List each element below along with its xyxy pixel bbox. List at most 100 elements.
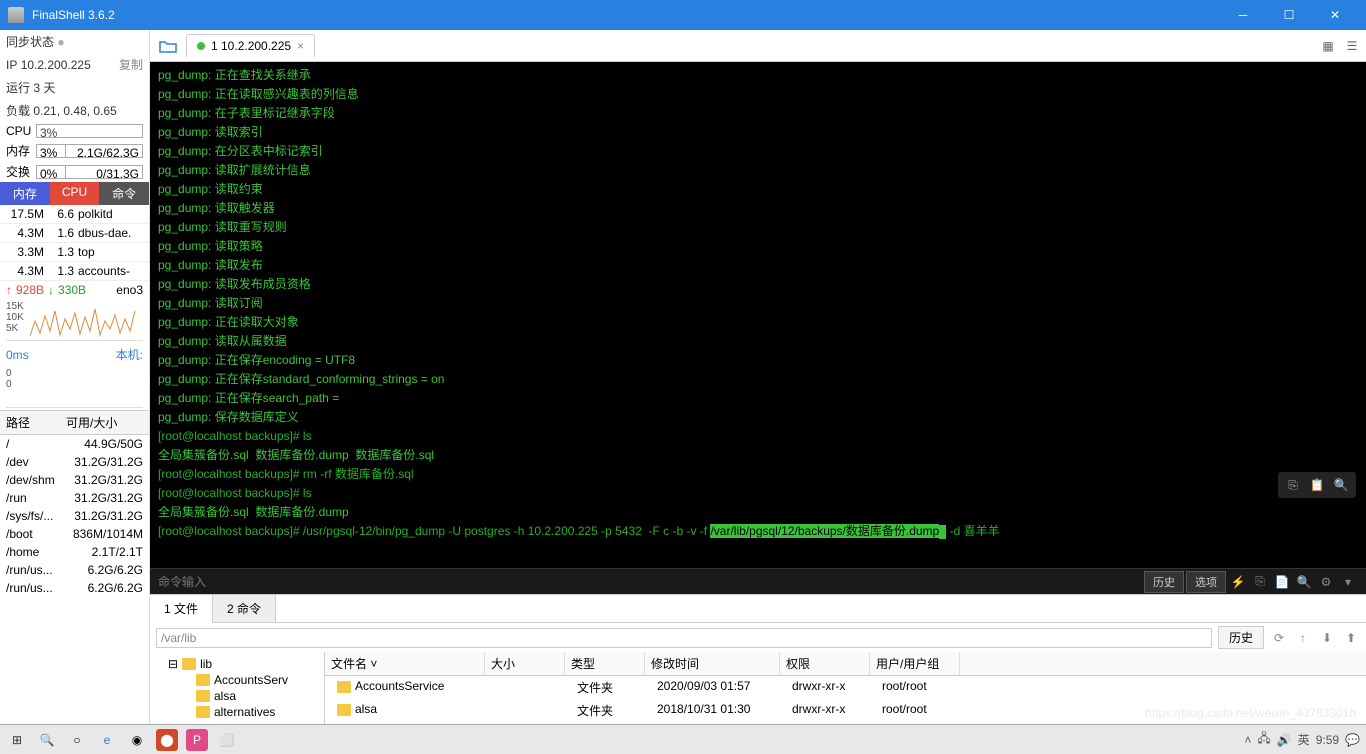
command-input[interactable] [158,575,1144,589]
start-icon[interactable]: ⊞ [6,729,28,751]
copy-icon[interactable]: ⎘ [1284,476,1302,494]
proc-row[interactable]: 4.3M1.3accounts- [0,262,149,281]
chevron-down-icon[interactable]: ▾ [1338,575,1358,589]
path-row[interactable]: /dev/shm31.2G/31.2G [0,471,149,489]
tray-notif-icon[interactable]: 💬 [1345,733,1360,747]
session-tab[interactable]: 1 10.2.200.225 × [186,34,315,57]
term-line: pg_dump: 正在查找关系继承 [158,66,1358,85]
path-input[interactable] [156,628,1212,648]
sync-status-label: 同步状态 [6,33,54,50]
net-dn-icon: ↓ [48,283,54,297]
proc-row[interactable]: 17.5M6.6polkitd [0,205,149,224]
app1-icon[interactable]: ⬤ [156,729,178,751]
edge-icon[interactable]: e [96,729,118,751]
close-button[interactable]: ✕ [1312,0,1358,30]
col-type[interactable]: 类型 [565,652,645,675]
prompt: [root@localhost backups]# rm -rf 数据库备份.s… [158,467,414,481]
tray-ime-icon[interactable]: 英 [1298,731,1310,748]
layout-icon[interactable]: ☰ [1342,36,1362,56]
swap-label: 交换 [6,163,36,180]
path-row[interactable]: /boot836M/1014M [0,525,149,543]
copy2-icon[interactable]: ⎘ [1250,574,1270,589]
window-title: FinalShell 3.6.2 [32,8,1220,22]
mem-val: 2.1G/62.3G [66,144,143,158]
path-row[interactable]: /run/us...6.2G/6.2G [0,579,149,597]
search-tb-icon[interactable]: 🔍 [36,729,58,751]
chrome-icon[interactable]: ◉ [126,729,148,751]
tray-net-icon[interactable]: 🖧 [1257,729,1270,750]
path-row[interactable]: /44.9G/50G [0,435,149,453]
net-graph: 15K10K5K [6,301,143,341]
term-line: pg_dump: 读取触发器 [158,199,1358,218]
tray-vol-icon[interactable]: 🔊 [1277,733,1292,747]
open-folder-icon[interactable] [154,34,182,58]
prompt: [root@localhost backups]# /usr/pgsql-12/… [158,524,710,538]
minimize-button[interactable]: ─ [1220,0,1266,30]
bolt-icon[interactable]: ⚡ [1228,575,1248,589]
up-icon[interactable]: ↑ [1294,631,1312,645]
tray-up-icon[interactable]: ˄ [1244,733,1251,747]
paste2-icon[interactable]: 📄 [1272,575,1292,589]
status-dot-icon [197,42,205,50]
app3-icon[interactable]: ⬜ [216,729,238,751]
search2-icon[interactable]: 🔍 [1294,575,1314,589]
app2-icon[interactable]: P [186,729,208,751]
term-line: pg_dump: 读取发布 [158,256,1358,275]
taskbar: ⊞ 🔍 ○ e ◉ ⬤ P ⬜ ˄ 🖧 🔊 英 9:59 💬 [0,724,1366,754]
tray-time[interactable]: 9:59 [1316,733,1339,747]
maximize-button[interactable]: ☐ [1266,0,1312,30]
path-row[interactable]: /sys/fs/...31.2G/31.2G [0,507,149,525]
highlighted-path: /var/lib/pgsql/12/backups/数据库备份.dump [710,524,939,538]
paste-icon[interactable]: 📋 [1308,476,1326,494]
load-label: 负载 [6,102,30,119]
tab-memory[interactable]: 内存 [0,182,50,205]
copy-button[interactable]: 复制 [119,56,143,73]
search-icon[interactable]: 🔍 [1332,476,1350,494]
titlebar: FinalShell 3.6.2 ─ ☐ ✕ [0,0,1366,30]
term-line: pg_dump: 读取策略 [158,237,1358,256]
terminal-toolbar: ⎘ 📋 🔍 [1278,472,1356,498]
tab-cmd[interactable]: 命令 [99,182,149,205]
term-line: pg_dump: 正在保存standard_conforming_strings… [158,370,1358,389]
fb-tab-cmds[interactable]: 2 命令 [213,595,276,622]
fb-tab-files[interactable]: 1 文件 [150,595,213,623]
col-date[interactable]: 修改时间 [645,652,780,675]
history-button[interactable]: 历史 [1144,571,1184,593]
col-perm[interactable]: 权限 [780,652,870,675]
refresh-icon[interactable]: ⟳ [1270,631,1288,645]
net-up: 928B [16,283,44,297]
tab-close-icon[interactable]: × [297,39,304,53]
path-row[interactable]: /home2.1T/2.1T [0,543,149,561]
host-label: 本机: [116,346,143,363]
col-path: 路径 [6,414,66,431]
upload-icon[interactable]: ⬆ [1342,631,1360,645]
download-icon[interactable]: ⬇ [1318,631,1336,645]
cortana-icon[interactable]: ○ [66,729,88,751]
term-output: 全局集簇备份.sql 数据库备份.dump [158,503,1358,522]
sidebar: 同步状态 ● IP 10.2.200.225复制 运行 3 天 负载 0.21,… [0,30,150,754]
ip-label: IP [6,58,17,72]
col-size[interactable]: 大小 [485,652,565,675]
term-line: pg_dump: 读取从属数据 [158,332,1358,351]
proc-row[interactable]: 3.3M1.3top [0,243,149,262]
proc-row[interactable]: 4.3M1.6dbus-dae. [0,224,149,243]
cpu-pct: 3% [36,124,143,138]
grid-icon[interactable]: ▦ [1318,36,1338,56]
col-name[interactable]: 文件名 ˅ [325,652,485,675]
col-user[interactable]: 用户/用户组 [870,652,960,675]
path-row[interactable]: /run/us...6.2G/6.2G [0,561,149,579]
path-row[interactable]: /dev31.2G/31.2G [0,453,149,471]
term-line: pg_dump: 在子表里标记继承字段 [158,104,1358,123]
tab-cpu[interactable]: CPU [50,182,100,205]
path-history-button[interactable]: 历史 [1218,626,1264,649]
options-button[interactable]: 选项 [1186,571,1226,593]
net-if: eno3 [116,283,143,297]
file-row[interactable]: AccountsService文件夹2020/09/03 01:57drwxr-… [325,676,1366,699]
gear-icon[interactable]: ⚙ [1316,575,1336,589]
terminal[interactable]: pg_dump: 正在查找关系继承pg_dump: 正在读取感兴趣表的列信息pg… [150,62,1366,568]
tabbar: 1 10.2.200.225 × ▦ ☰ [150,30,1366,62]
cpu-label: CPU [6,124,36,138]
path-row[interactable]: /run31.2G/31.2G [0,489,149,507]
term-line: pg_dump: 在分区表中标记索引 [158,142,1358,161]
mem-pct: 3% [36,144,66,158]
